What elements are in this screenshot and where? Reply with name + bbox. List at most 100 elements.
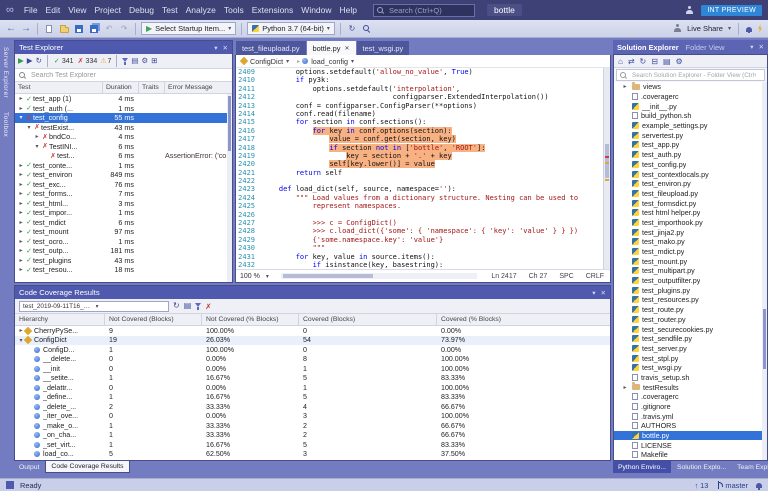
test-explorer-search[interactable] (15, 69, 232, 82)
breadcrumb-item-load_config[interactable]: load_config▾ (302, 57, 360, 66)
solution-item[interactable]: test_plugins.py (614, 285, 767, 295)
code-editor[interactable]: 2409 options.setdefault('allow_no_value'… (236, 68, 610, 269)
solution-item[interactable]: test_mako.py (614, 237, 767, 247)
coverage-file-select[interactable]: test_2019-09-11T16_46_49.coverage ▾ (19, 301, 169, 312)
navigate-forward-icon[interactable]: → (20, 22, 32, 36)
tab-solution-explorer[interactable]: Solution Explorer (617, 43, 679, 52)
solution-item[interactable]: example_settings.py (614, 121, 767, 131)
column-header[interactable]: Covered (% Blocks) (437, 314, 610, 325)
column-header[interactable]: Duration (103, 82, 139, 93)
repeat-run-icon[interactable]: ↻ (36, 57, 42, 65)
coverage-row[interactable]: ▾ConfigDict1926.03%5473.97% (15, 336, 610, 346)
coverage-row[interactable]: _make_o...133.33%266.67% (15, 421, 610, 431)
menu-view[interactable]: View (64, 4, 90, 16)
menu-analyze[interactable]: Analyze (182, 4, 220, 16)
expander-icon[interactable]: ▸ (17, 95, 25, 102)
test-row[interactable]: ▸✓test_mdict6 ms (15, 218, 232, 228)
test-row[interactable]: ▸✓test_plugins43 ms (15, 256, 232, 266)
remove-icon[interactable]: ✗ (205, 302, 211, 311)
coverage-row[interactable]: _delattr...00.00%1100.00% (15, 383, 610, 393)
coverage-row[interactable]: __delete...00.00%8100.00% (15, 355, 610, 365)
panel-tab-team-explorer[interactable]: Team Explorer (732, 461, 768, 473)
chevron-down-icon[interactable]: ▾ (592, 289, 595, 297)
menu-edit[interactable]: Edit (42, 4, 65, 16)
test-row[interactable]: ✗test...6 msAssertionError: ('co... (15, 151, 232, 161)
menu-tools[interactable]: Tools (220, 4, 248, 16)
close-icon[interactable]: ✕ (344, 45, 349, 52)
feedback-icon[interactable] (757, 24, 763, 33)
scrollbar-thumb[interactable] (605, 144, 609, 178)
column-header[interactable]: Hierarchy (15, 314, 105, 325)
close-icon[interactable]: ✕ (601, 289, 606, 297)
test-explorer-title[interactable]: Test Explorer ▾ ✕ (15, 41, 232, 54)
test-row[interactable]: ▸✓test_impor...1 ms (15, 208, 232, 218)
coverage-row[interactable]: ConfigD...1100.00%00.00% (15, 345, 610, 355)
solution-item[interactable]: test_app.py (614, 140, 767, 150)
solution-item[interactable]: test_environ.py (614, 179, 767, 189)
side-tab-toolbox[interactable]: Toolbox (0, 107, 14, 142)
expander-icon[interactable]: ▾ (17, 114, 25, 121)
code-coverage-title[interactable]: Code Coverage Results ▾ ✕ (15, 286, 610, 299)
solution-item[interactable]: test_config.py (614, 160, 767, 170)
chevron-down-icon[interactable]: ▾ (728, 25, 731, 32)
save-all-icon[interactable] (88, 22, 100, 36)
test-row[interactable]: ▸✓test_app (1)4 ms (15, 94, 232, 104)
coverage-row[interactable]: load_co...562.50%337.50% (15, 450, 610, 460)
chevron-down-icon[interactable]: ▾ (750, 43, 753, 51)
solution-item[interactable]: test_mdict.py (614, 247, 767, 257)
solution-item[interactable]: test_wsgi.py (614, 363, 767, 373)
solution-explorer-search[interactable] (616, 69, 765, 81)
test-row[interactable]: ▾✗TestINI...6 ms (15, 142, 232, 152)
solution-sync-icon[interactable]: ↻ (346, 22, 358, 36)
notifications-icon[interactable] (756, 483, 762, 488)
failed-count[interactable]: ✗334 (77, 57, 98, 65)
chevron-down-icon[interactable]: ▾ (266, 273, 269, 280)
expander-icon[interactable]: ▸ (621, 83, 629, 90)
coverage-row[interactable]: _on_cha...133.33%266.67% (15, 431, 610, 441)
solution-item[interactable]: bottle.py (614, 431, 767, 441)
expander-icon[interactable]: ▸ (17, 181, 25, 188)
menu-project[interactable]: Project (90, 4, 124, 16)
coverage-row[interactable]: _iter_ove...00.00%3100.00% (15, 412, 610, 422)
test-row[interactable]: ▾✗testExist...43 ms (15, 123, 232, 133)
panel-tab-solution-explo-[interactable]: Solution Explo... (672, 461, 731, 473)
test-search-input[interactable] (29, 71, 199, 80)
redo-icon[interactable]: ↷ (118, 22, 130, 36)
properties-icon[interactable]: ⚙ (676, 57, 683, 66)
solution-item[interactable]: servertest.py (614, 130, 767, 140)
solution-item[interactable]: test_formsdict.py (614, 198, 767, 208)
expander-icon[interactable]: ▸ (17, 228, 25, 235)
expander-icon[interactable]: ▸ (17, 266, 25, 273)
show-all-files-icon[interactable]: ▤ (663, 57, 671, 66)
solution-item[interactable]: test_resources.py (614, 295, 767, 305)
close-icon[interactable]: ✕ (223, 44, 228, 52)
find-in-files-icon[interactable] (361, 22, 373, 36)
solution-item[interactable]: test html helper.py (614, 208, 767, 218)
push-commits-button[interactable]: ↑13 (694, 481, 708, 490)
solution-item[interactable]: __init__.py (614, 101, 767, 111)
solution-item[interactable]: .coveragerc (614, 92, 767, 102)
solution-item[interactable]: test_stpl.py (614, 353, 767, 363)
zoom-select[interactable]: 100 % (240, 273, 260, 280)
save-icon[interactable] (73, 22, 85, 36)
editor-scrollbar[interactable] (603, 68, 610, 269)
menu-extensions[interactable]: Extensions (248, 4, 298, 16)
run-test-icon[interactable]: ▶ (27, 57, 33, 65)
panel-tab-output[interactable]: Output (14, 461, 44, 473)
solution-item[interactable]: ▸views (614, 82, 767, 92)
test-row[interactable]: ▸✓test_outp...181 ms (15, 246, 232, 256)
solution-item[interactable]: travis_setup.sh (614, 373, 767, 383)
test-row[interactable]: ▸✓test_ocro...1 ms (15, 237, 232, 247)
expander-icon[interactable]: ▸ (17, 209, 25, 216)
git-branch-button[interactable]: master (716, 481, 748, 490)
passed-count[interactable]: ✓341 (53, 57, 74, 65)
undo-icon[interactable]: ↶ (103, 22, 115, 36)
coverage-row[interactable]: ▸CherryPySe...9100.00%00.00% (15, 326, 610, 336)
solution-search-input[interactable] (630, 71, 758, 80)
expander-icon[interactable]: ▸ (17, 200, 25, 207)
panel-tab-python-enviro-[interactable]: Python Enviro... (613, 461, 671, 473)
new-file-icon[interactable] (43, 22, 55, 36)
python-environment-select[interactable]: Python 3.7 (64-bit) ▾ (247, 22, 335, 35)
filter-icon[interactable] (122, 58, 128, 62)
column-header[interactable]: Covered (Blocks) (299, 314, 437, 325)
